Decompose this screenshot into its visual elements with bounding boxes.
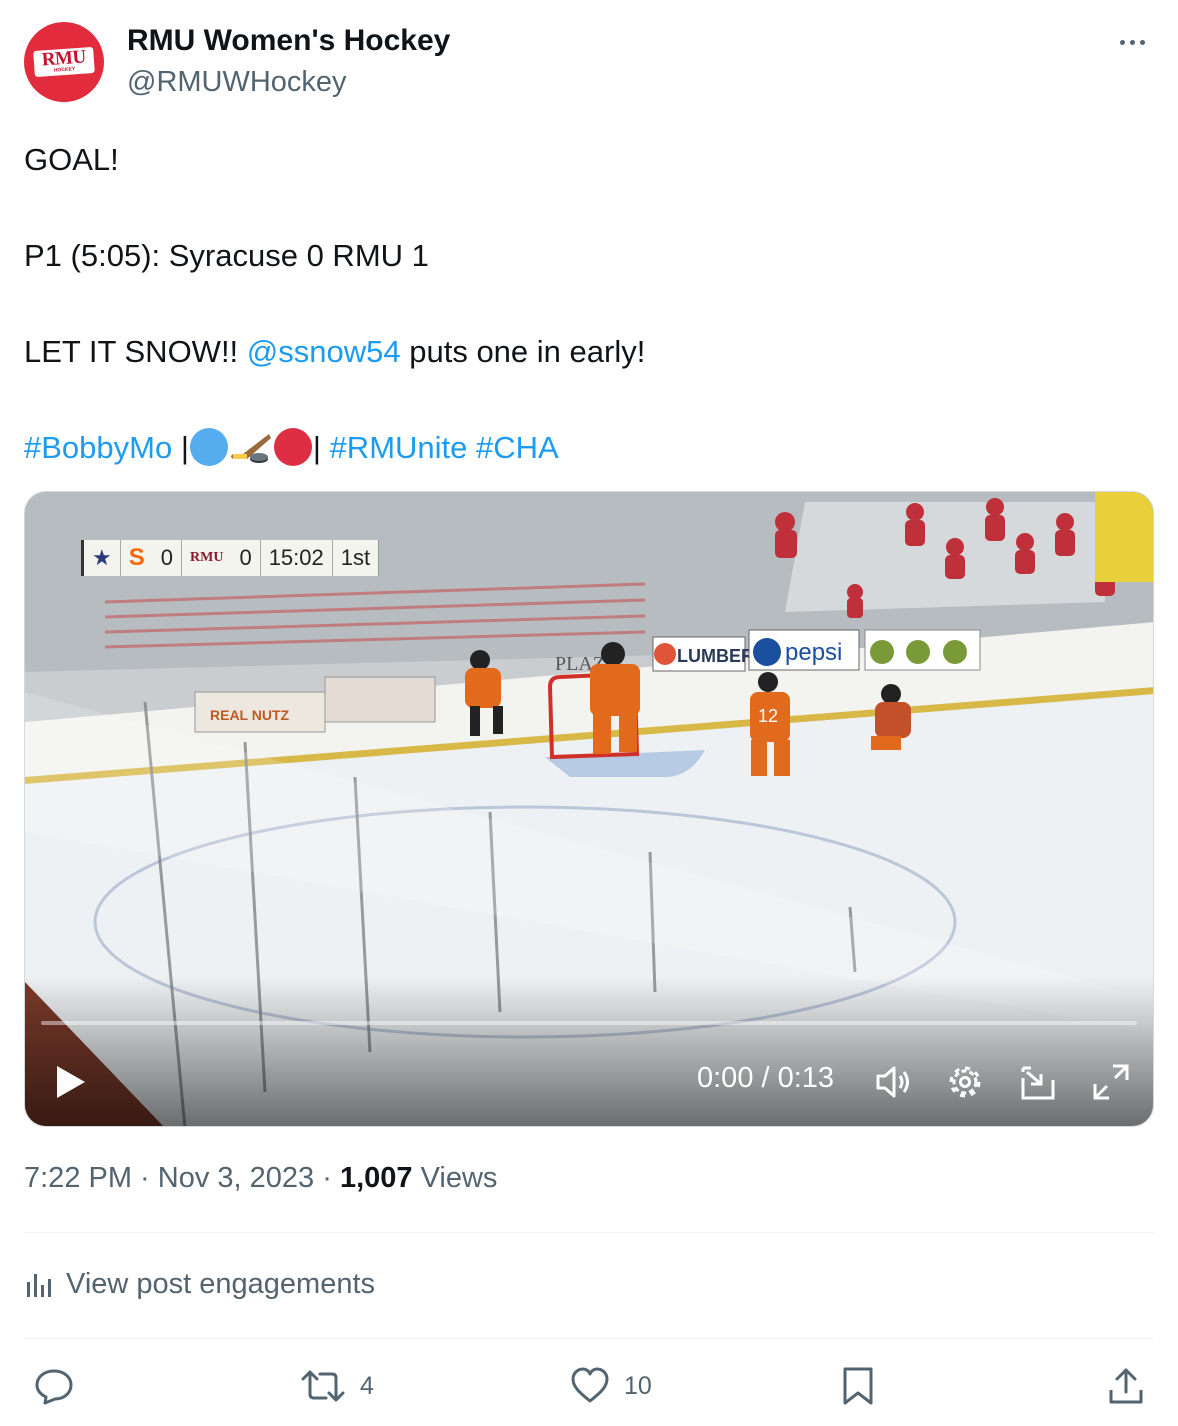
- repost-count: 4: [360, 1371, 374, 1400]
- share-upload-icon: [1109, 1368, 1143, 1404]
- more-dot-icon: [1119, 39, 1125, 45]
- divider: [24, 1338, 1154, 1339]
- repost-arrows-icon: [301, 1370, 345, 1402]
- ad-lumber: LUMBER: [677, 646, 754, 666]
- tweet-text-segment: LET IT SNOW!!: [24, 334, 247, 369]
- scorebug-score1: 0: [160, 545, 173, 570]
- tweet-text-segment: |: [172, 430, 189, 465]
- divider: [24, 1232, 1154, 1233]
- tweet-text-segment: |: [312, 430, 330, 465]
- share-button[interactable]: [1106, 1366, 1146, 1406]
- meta-separator: ·: [314, 1162, 340, 1194]
- heart-icon: [571, 1367, 609, 1403]
- ice-hockey-emoji: [230, 434, 271, 463]
- tweet-post: RMU HOCKEY RMU Women's Hockey @RMUWHocke…: [0, 0, 1178, 1426]
- view-engagements-label: View post engagements: [66, 1268, 376, 1300]
- analytics-bars-icon: [27, 1273, 51, 1297]
- reply-bubble-icon: [35, 1369, 73, 1405]
- more-options-button[interactable]: [1112, 30, 1152, 54]
- views-label: Views: [412, 1162, 498, 1194]
- more-dot-icon: [1139, 39, 1145, 45]
- settings-gear-icon[interactable]: [945, 1062, 985, 1102]
- scorebug: ★ S 0 RMU 0 15:02 1st: [81, 540, 380, 576]
- reply-button[interactable]: [34, 1366, 88, 1406]
- fullscreen-icon[interactable]: [1091, 1062, 1131, 1102]
- video-progress-bar[interactable]: [41, 1021, 1137, 1025]
- volume-icon[interactable]: [873, 1062, 913, 1102]
- mention-link[interactable]: @ssnow54: [247, 334, 401, 369]
- like-button[interactable]: 10: [570, 1366, 652, 1406]
- views-count: 1,007: [339, 1162, 413, 1194]
- post-meta: 7:22 PM · Nov 3, 2023 · 1,007 Views: [24, 1162, 497, 1195]
- like-count: 10: [624, 1371, 652, 1400]
- view-engagements-button[interactable]: View post engagements: [24, 1268, 375, 1301]
- red-circle-emoji: [273, 428, 312, 466]
- avatar-logo-subtext: HOCKEY: [53, 66, 76, 74]
- tweet-line: GOAL!: [24, 142, 119, 177]
- tweet-line: LET IT SNOW!! @ssnow54 puts one in early…: [24, 328, 1154, 376]
- video-player[interactable]: LUMBER pepsi PLAZA REAL NUTZ 12 ★ S 0 RM…: [24, 491, 1154, 1127]
- scorebug-clock: 15:02: [259, 540, 332, 576]
- tweet-line: #BobbyMo | | #RMUnite #CHA: [24, 424, 1154, 472]
- hashtag-link[interactable]: #BobbyMo: [24, 430, 172, 465]
- blue-circle-emoji: [189, 428, 228, 466]
- jersey-number: 12: [758, 706, 778, 726]
- tweet-text-segment: puts one in early!: [400, 334, 646, 369]
- avatar-logo-text: RMU: [41, 46, 87, 71]
- more-dot-icon: [1129, 39, 1135, 45]
- bookmark-button[interactable]: [840, 1366, 876, 1406]
- hashtag-link[interactable]: #CHA: [476, 430, 559, 465]
- post-time[interactable]: 7:22 PM: [24, 1162, 132, 1194]
- avatar[interactable]: RMU HOCKEY: [24, 22, 104, 102]
- repost-button[interactable]: 4: [300, 1366, 374, 1406]
- scorebug-team2: RMU: [181, 540, 231, 576]
- author-name[interactable]: RMU Women's Hockey: [127, 24, 450, 58]
- bookmark-icon: [843, 1367, 873, 1405]
- play-icon[interactable]: [51, 1062, 91, 1102]
- ad-realnutz: REAL NUTZ: [210, 707, 290, 723]
- picture-in-picture-icon[interactable]: [1019, 1062, 1059, 1102]
- ad-pepsi: pepsi: [785, 639, 842, 666]
- author-handle[interactable]: @RMUWHockey: [127, 66, 347, 99]
- controls-overlay: [25, 976, 1153, 1126]
- scorebug-score2: 0: [239, 545, 252, 570]
- meta-separator: ·: [132, 1162, 158, 1194]
- hashtag-link[interactable]: #RMUnite: [330, 430, 468, 465]
- scorebug-period: 1st: [331, 540, 378, 576]
- scorebug-team1: S: [128, 544, 145, 571]
- tweet-line: P1 (5:05): Syracuse 0 RMU 1: [24, 238, 429, 273]
- tweet-text: GOAL! P1 (5:05): Syracuse 0 RMU 1 LET IT…: [24, 136, 1154, 472]
- star-icon: ★: [84, 540, 121, 576]
- video-time: 0:00 / 0:13: [697, 1062, 835, 1094]
- post-date[interactable]: Nov 3, 2023: [158, 1162, 314, 1194]
- avatar-logo: RMU HOCKEY: [33, 46, 95, 78]
